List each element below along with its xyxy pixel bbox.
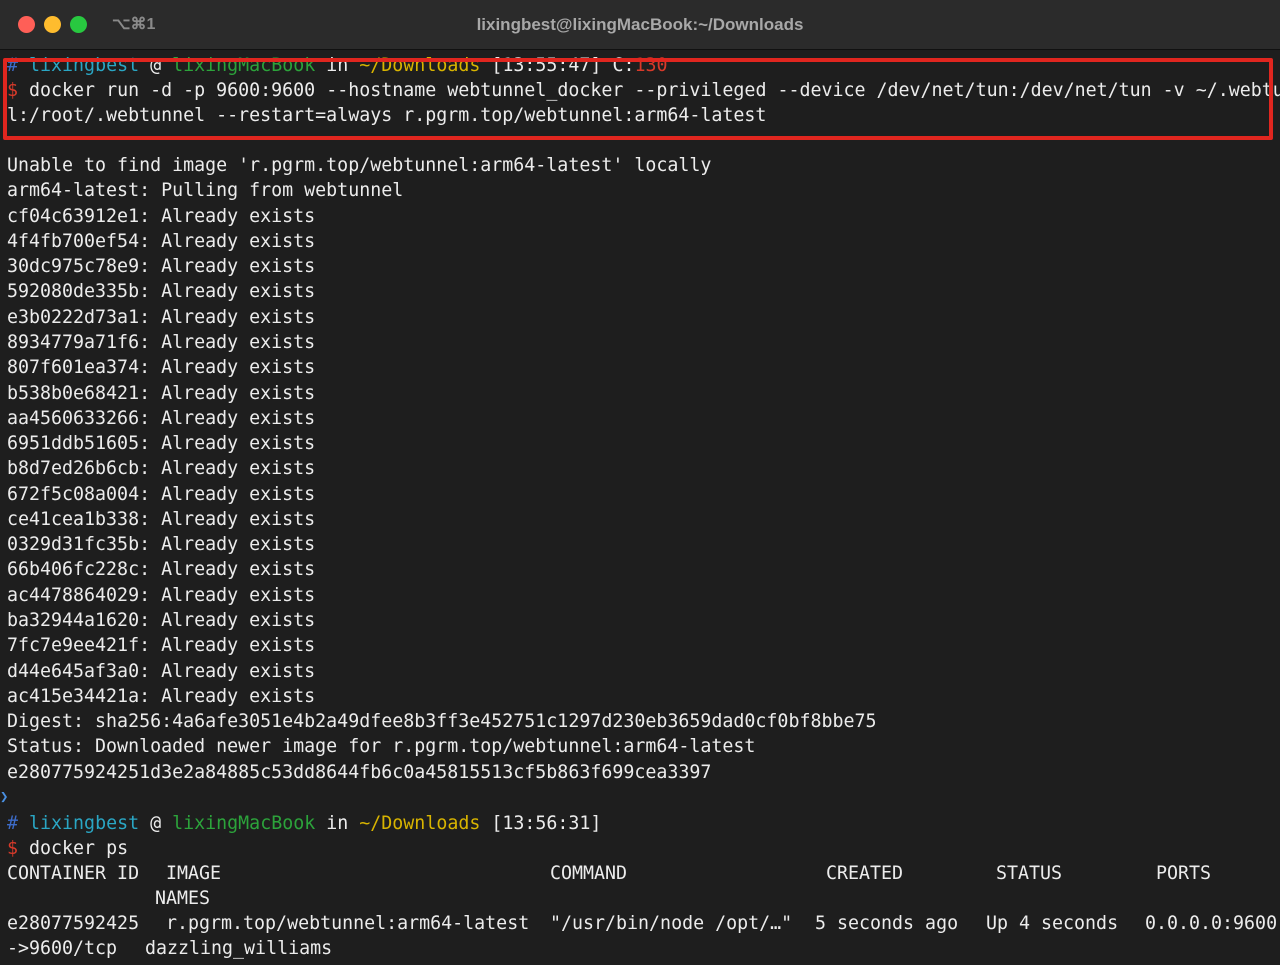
output-line: arm64-latest: Pulling from webtunnel — [7, 180, 404, 201]
prompt-in: in — [326, 55, 349, 76]
output-line: 4f4fb700ef54: Already exists — [7, 231, 316, 252]
output-line: 672f5c08a004: Already exists — [7, 484, 316, 505]
header-names: NAMES — [155, 888, 211, 909]
window-title: lixingbest@lixingMacBook:~/Downloads — [476, 15, 804, 34]
prompt-line-1: # lixingbest @ lixingMacBook in ~/Downlo… — [7, 53, 668, 78]
terminal-output[interactable]: # lixingbest @ lixingMacBook in ~/Downlo… — [0, 50, 1280, 965]
prompt-user: lixingbest — [29, 813, 140, 834]
output-line: 0329d31fc35b: Already exists — [7, 534, 316, 555]
prompt-user: lixingbest — [29, 55, 140, 76]
output-line: 66b406fc228c: Already exists — [7, 559, 316, 580]
command-line-2: $ docker ps — [7, 836, 128, 861]
output-line: aa4560633266: Already exists — [7, 408, 316, 429]
prompt-time: [13:56:31] — [491, 813, 602, 834]
prompt-dollar: $ — [7, 80, 19, 101]
command-line-1-wrap: l:/root/.webtunnel --restart=always r.pg… — [7, 105, 767, 126]
header-status: STATUS — [996, 863, 1063, 884]
output-line: Status: Downloaded newer image for r.pgr… — [7, 736, 756, 757]
prompt-exit-code-label: C: — [612, 55, 635, 76]
ps-data-row: e28077592425 r.pgrm.top/webtunnel:arm64-… — [7, 911, 1280, 936]
prompt-at: @ — [150, 55, 162, 76]
prompt-dollar: $ — [7, 838, 19, 859]
header-created: CREATED — [826, 863, 904, 884]
command-text: docker run -d -p 9600:9600 --hostname we… — [29, 80, 1280, 101]
prompt-hash: # — [7, 813, 19, 834]
output-line: 592080de335b: Already exists — [7, 281, 316, 302]
header-ports: PORTS — [1156, 863, 1212, 884]
prompt-in: in — [326, 813, 349, 834]
output-line: ce41cea1b338: Already exists — [7, 509, 316, 530]
output-line: 8934779a71f6: Already exists — [7, 332, 316, 353]
cell-ports: 0.0.0.0:9600 — [1145, 913, 1278, 934]
terminal-window: ⌥⌘1 lixingbest@lixingMacBook:~/Downloads… — [0, 0, 1280, 965]
header-container-id: CONTAINER ID — [7, 863, 140, 884]
output-line: 6951ddb51605: Already exists — [7, 433, 316, 454]
cell-image: r.pgrm.top/webtunnel:arm64-latest — [166, 913, 530, 934]
prompt-path: ~/Downloads — [359, 813, 481, 834]
ps-header-row-wrap: NAMES — [7, 886, 1280, 911]
cell-names: dazzling_williams — [145, 938, 333, 959]
command-text: docker ps — [29, 838, 129, 859]
prompt-host: lixingMacBook — [172, 813, 316, 834]
output-line: Digest: sha256:4a6afe3051e4b2a49dfee8b3f… — [7, 711, 877, 732]
prompt-host: lixingMacBook — [172, 55, 316, 76]
mark-indicator-icon: ❯ — [0, 789, 9, 805]
header-command: COMMAND — [550, 863, 628, 884]
output-line: Unable to find image 'r.pgrm.top/webtunn… — [7, 155, 712, 176]
output-line: ac415e34421a: Already exists — [7, 686, 316, 707]
header-image: IMAGE — [166, 863, 222, 884]
cell-ports-cont: ->9600/tcp — [7, 938, 118, 959]
prompt-exit-code: 130 — [634, 55, 668, 76]
output-line: d44e645af3a0: Already exists — [7, 661, 316, 682]
output-line: e3b0222d73a1: Already exists — [7, 307, 316, 328]
cell-status: Up 4 seconds — [986, 913, 1119, 934]
prompt-hash: # — [7, 55, 19, 76]
cell-container-id: e28077592425 — [7, 913, 140, 934]
cell-command: "/usr/bin/node /opt/…" — [550, 913, 793, 934]
prompt-path: ~/Downloads — [359, 55, 481, 76]
output-line: b538b0e68421: Already exists — [7, 383, 316, 404]
output-line: 807f601ea374: Already exists — [7, 357, 316, 378]
output-line: 7fc7e9ee421f: Already exists — [7, 635, 316, 656]
output-line: ba32944a1620: Already exists — [7, 610, 316, 631]
ps-header-row: CONTAINER ID IMAGE COMMAND CREATED STATU… — [7, 861, 1280, 886]
output-line: ac4478864029: Already exists — [7, 585, 316, 606]
ps-data-row-wrap: ->9600/tcp dazzling_williams — [7, 936, 1280, 961]
prompt-time: [13:55:47] — [491, 55, 602, 76]
title-bar[interactable]: ⌥⌘1 lixingbest@lixingMacBook:~/Downloads — [0, 0, 1280, 50]
prompt-line-2: # lixingbest @ lixingMacBook in ~/Downlo… — [7, 811, 601, 836]
prompt-at: @ — [150, 813, 162, 834]
output-line: 30dc975c78e9: Already exists — [7, 256, 316, 277]
cell-created: 5 seconds ago — [815, 913, 959, 934]
output-line: cf04c63912e1: Already exists — [7, 206, 316, 227]
command-line-1: $ docker run -d -p 9600:9600 --hostname … — [7, 78, 1280, 103]
output-line: e280775924251d3e2a84885c53dd8644fb6c0a45… — [7, 762, 712, 783]
output-line: b8d7ed26b6cb: Already exists — [7, 458, 316, 479]
